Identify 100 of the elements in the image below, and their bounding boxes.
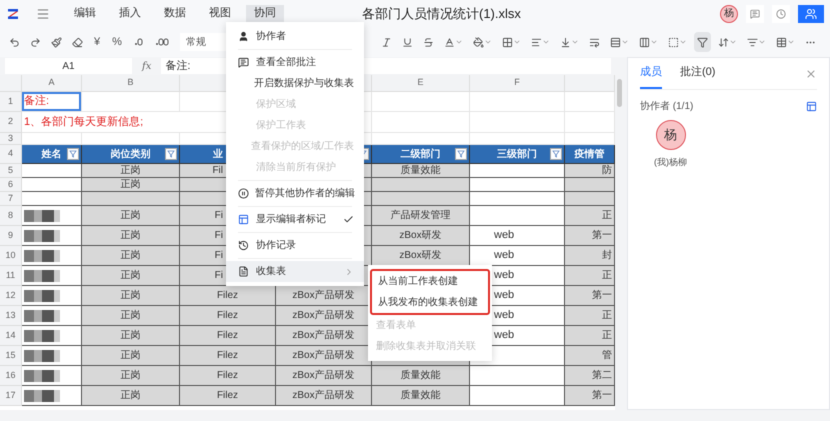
column-title: 三级部门 (497, 147, 537, 162)
submenu-item[interactable]: 从当前工作表创建 (372, 271, 488, 292)
cell-text: 第一 (592, 229, 612, 243)
panel-tab[interactable]: 成员 (640, 58, 662, 89)
cell-text: 正岗 (120, 368, 140, 383)
menu-item[interactable]: 收集表 (226, 261, 364, 282)
cell-text: 正岗 (120, 308, 140, 323)
cell-text: web (494, 228, 514, 244)
column-title: 业 (213, 148, 223, 162)
collaborators-button[interactable] (798, 4, 824, 22)
user-avatar[interactable]: 杨 (720, 4, 738, 22)
cell-text: 正岗 (120, 268, 140, 283)
comment-button[interactable] (746, 4, 764, 22)
layout-icon[interactable] (806, 101, 817, 112)
row-header[interactable]: 16 (0, 366, 22, 386)
row-header[interactable]: 5 (0, 164, 22, 178)
text-color-icon (444, 36, 455, 48)
cell-text: 正 (602, 309, 612, 323)
row-header[interactable]: 4 (0, 145, 22, 164)
filter-icon[interactable] (165, 148, 177, 160)
filter-icon[interactable] (455, 148, 467, 160)
column-title: 疫情管 (574, 148, 604, 162)
cell-text: Fi (214, 229, 223, 243)
row-header[interactable]: 6 (0, 178, 22, 192)
row-header[interactable]: 14 (0, 326, 22, 346)
cell-text: 质量效能 (400, 164, 440, 178)
cell-text: web (494, 328, 514, 344)
list-icon (746, 36, 758, 48)
row-header[interactable]: 3 (0, 133, 22, 145)
cell-text: zBox研发 (399, 229, 442, 243)
caret-icon (758, 38, 766, 46)
row-header[interactable]: 11 (0, 266, 22, 286)
cell-text: 正岗 (120, 348, 140, 363)
history-icon (238, 240, 249, 251)
submenu-item[interactable]: 从我发布的收集表创建 (372, 292, 488, 313)
cell-text: 正岗 (120, 178, 140, 192)
eraser-icon (72, 36, 83, 48)
row-header[interactable]: 2 (0, 112, 22, 133)
menu-item[interactable]: 暂停其他协作者的编辑 (226, 183, 364, 204)
menu-tab[interactable]: 视图 (201, 4, 239, 22)
row-header[interactable]: 7 (0, 192, 22, 206)
layout-icon (238, 214, 249, 225)
paintbrush-icon (51, 36, 62, 48)
filter-icon[interactable] (550, 148, 562, 160)
row-header[interactable]: 9 (0, 226, 22, 246)
menu-tab[interactable]: 插入 (111, 4, 149, 22)
person-icon (238, 31, 249, 42)
menu-icon[interactable] (36, 6, 50, 20)
cell-text: zBox产品研发 (292, 348, 355, 363)
caret-icon (678, 38, 687, 46)
row-header[interactable]: 8 (0, 206, 22, 226)
cell-text: 正岗 (120, 208, 140, 223)
menu-tab[interactable]: 编辑 (66, 4, 104, 22)
percent-button[interactable]: % (108, 34, 126, 50)
cell-text: 第一 (592, 389, 612, 403)
column-header[interactable]: A (22, 75, 82, 92)
cell-text: Fil (212, 164, 223, 178)
menu-item[interactable]: 显示编辑者标记 (226, 209, 364, 230)
history-button[interactable] (772, 4, 790, 22)
logo-icon (6, 6, 20, 20)
document-title: 各部门人员情况统计(1).xlsx (362, 4, 521, 23)
filter-icon[interactable] (67, 148, 79, 160)
filter-icon (696, 36, 708, 48)
cell-text: 正 (602, 269, 612, 283)
row-header[interactable]: 12 (0, 286, 22, 306)
filter-button[interactable] (694, 32, 711, 52)
panel-tab[interactable]: 批注(0) (680, 58, 716, 89)
row-header[interactable]: 10 (0, 246, 22, 266)
currency-button[interactable]: ¥ (90, 34, 104, 50)
increase-decimal-icon[interactable] (154, 36, 169, 48)
menu-item[interactable]: 协作记录 (226, 235, 364, 256)
menu-tab[interactable]: 数据 (156, 4, 194, 22)
member-avatar[interactable]: 杨 (656, 120, 686, 150)
row-header[interactable]: 15 (0, 346, 22, 366)
row-header[interactable]: 13 (0, 306, 22, 326)
cell-name-field[interactable]: A1 (5, 58, 132, 74)
column-header[interactable]: B (82, 75, 180, 92)
cell-text: 封 (602, 248, 612, 263)
cell-text: 产品研发管理 (390, 208, 450, 223)
close-icon[interactable] (805, 68, 817, 80)
cell-text: 正岗 (120, 328, 140, 343)
column-header[interactable]: F (470, 75, 565, 92)
cell-text: 正 (602, 209, 612, 223)
column-header[interactable]: E (372, 75, 470, 92)
decrease-decimal-icon[interactable] (132, 36, 145, 48)
cell-text: 正岗 (120, 248, 140, 263)
scrollbar-thumb[interactable] (617, 79, 622, 107)
menu-tab[interactable]: 协同 (246, 4, 284, 22)
cell-text: Fi (214, 249, 223, 263)
cell-text: 正岗 (120, 228, 140, 243)
pause-icon (238, 188, 249, 199)
menu-item[interactable]: 开启数据保护与收集表 (226, 73, 364, 94)
caret-icon (542, 38, 550, 46)
paint-bucket-icon (472, 36, 484, 48)
row-header[interactable]: 17 (0, 386, 22, 406)
caret-icon (512, 38, 521, 46)
function-label: fx (142, 60, 152, 74)
cell-text: 防 (602, 164, 612, 178)
column-title: 姓名 (42, 148, 62, 162)
row-header[interactable]: 1 (0, 92, 22, 112)
